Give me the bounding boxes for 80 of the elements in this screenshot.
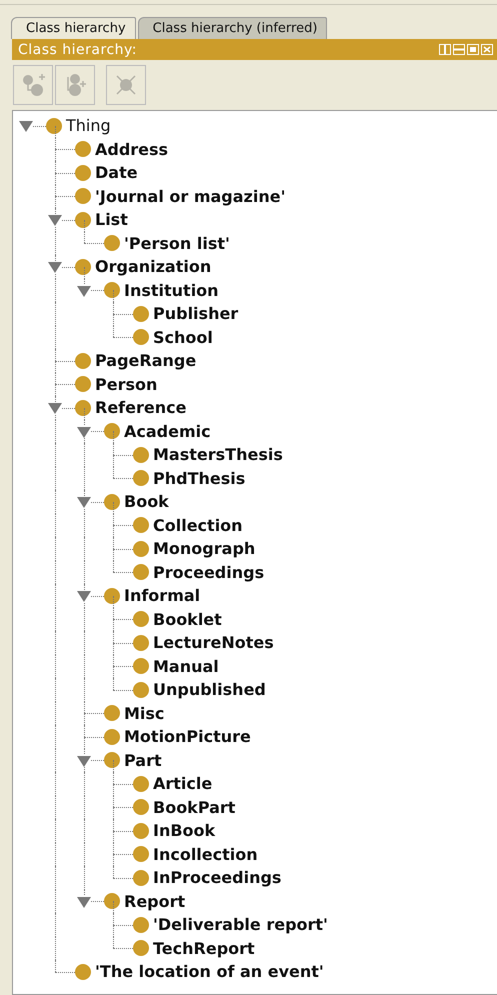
class-icon xyxy=(104,235,120,252)
class-icon xyxy=(104,705,120,722)
class-icon xyxy=(133,540,149,557)
class-icon xyxy=(133,682,149,698)
class-label[interactable]: Address xyxy=(95,140,168,159)
class-label[interactable]: LectureNotes xyxy=(153,633,274,652)
class-icon xyxy=(133,517,149,534)
class-icon xyxy=(133,446,149,463)
class-icon xyxy=(133,306,149,322)
class-icon xyxy=(133,846,149,862)
class-icon xyxy=(133,470,149,486)
class-label[interactable]: Informal xyxy=(124,586,200,606)
class-icon xyxy=(104,423,120,440)
class-icon xyxy=(75,258,91,275)
class-label[interactable]: Institution xyxy=(124,280,219,300)
tab[interactable]: Class hierarchy (inferred) xyxy=(138,17,328,39)
class-label[interactable]: Thing xyxy=(66,116,111,136)
class-label[interactable]: Incollection xyxy=(153,844,258,864)
class-label[interactable]: Person xyxy=(95,374,158,394)
class-label[interactable]: TechReport xyxy=(153,938,255,958)
add-subclass-icon xyxy=(21,73,45,97)
class-label[interactable]: Booklet xyxy=(153,610,222,629)
class-label[interactable]: 'Person list' xyxy=(124,234,230,253)
class-label[interactable]: MotionPicture xyxy=(124,727,251,746)
class-icon xyxy=(104,728,120,745)
class-icon xyxy=(104,893,120,910)
class-label[interactable]: Report xyxy=(124,892,186,911)
class-label[interactable]: 'The location of an event' xyxy=(95,962,324,982)
class-label[interactable]: Monograph xyxy=(153,539,256,558)
class-label[interactable]: PageRange xyxy=(95,351,196,370)
class-icon xyxy=(75,376,91,392)
class-icon xyxy=(104,752,120,768)
tab[interactable]: Class hierarchy xyxy=(11,17,136,39)
class-label[interactable]: InProceedings xyxy=(153,868,282,888)
class-icon xyxy=(75,400,91,416)
class-label[interactable]: BookPart xyxy=(153,798,236,817)
class-icon xyxy=(133,916,149,933)
class-icon xyxy=(133,564,149,580)
class-label[interactable]: MastersThesis xyxy=(153,445,283,464)
class-icon xyxy=(133,799,149,816)
class-label[interactable]: Organization xyxy=(95,257,212,276)
class-label[interactable]: School xyxy=(153,328,213,347)
class-icon xyxy=(133,940,149,956)
view-controls-icon[interactable] xyxy=(439,44,493,55)
class-icon xyxy=(133,658,149,674)
class-icon xyxy=(75,188,91,204)
class-icon xyxy=(133,634,149,651)
class-label[interactable]: PhdThesis xyxy=(153,468,246,488)
class-icon xyxy=(133,870,149,886)
class-label[interactable]: Manual xyxy=(153,656,219,676)
panel-title: Class hierarchy: xyxy=(18,42,137,58)
class-label[interactable]: InBook xyxy=(153,821,216,840)
class-label[interactable]: Publisher xyxy=(153,304,238,324)
delete-class-icon xyxy=(114,73,138,97)
class-icon xyxy=(133,611,149,628)
class-icon xyxy=(75,964,91,980)
class-icon xyxy=(75,212,91,228)
class-label[interactable]: 'Journal or magazine' xyxy=(95,186,286,206)
class-label[interactable]: List xyxy=(95,210,128,230)
class-label[interactable]: Collection xyxy=(153,516,243,535)
class-icon xyxy=(75,352,91,369)
class-label[interactable]: Unpublished xyxy=(153,680,266,700)
class-label[interactable]: Part xyxy=(124,750,162,770)
class-label[interactable]: Book xyxy=(124,492,169,512)
class-label[interactable]: Article xyxy=(153,774,212,794)
class-icon xyxy=(75,141,91,158)
class-icon xyxy=(133,822,149,839)
class-label[interactable]: Misc xyxy=(124,704,164,723)
class-icon xyxy=(133,776,149,792)
class-icon xyxy=(104,282,120,298)
class-label[interactable]: Reference xyxy=(95,398,186,418)
class-icon xyxy=(75,164,91,181)
class-icon xyxy=(133,329,149,346)
class-label[interactable]: Academic xyxy=(124,422,211,441)
class-icon xyxy=(104,494,120,510)
class-icon xyxy=(46,118,62,134)
class-label[interactable]: Proceedings xyxy=(153,562,264,582)
class-label[interactable]: 'Deliverable report' xyxy=(153,915,328,934)
class-label[interactable]: Date xyxy=(95,163,138,182)
class-icon xyxy=(104,588,120,604)
